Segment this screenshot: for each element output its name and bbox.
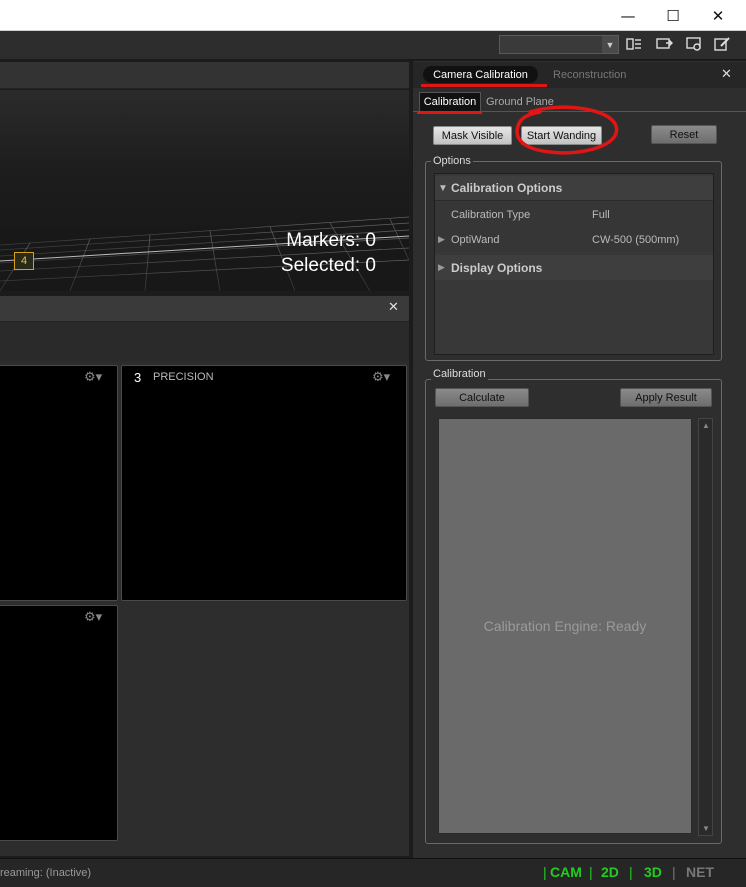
selected-count: Selected: 0 xyxy=(280,255,376,276)
close-icon[interactable]: ✕ xyxy=(388,300,399,315)
minimize-button[interactable]: — xyxy=(605,0,651,31)
status-separator: | xyxy=(589,864,593,880)
optiwand-row[interactable]: ▶ OptiWand CW-500 (500mm) xyxy=(435,227,713,252)
mask-visible-button[interactable]: Mask Visible xyxy=(433,126,512,145)
scroll-up-icon[interactable]: ▲ xyxy=(702,421,710,430)
options-legend: Options xyxy=(431,155,473,167)
calibration-type-row[interactable]: Calibration Type Full xyxy=(435,202,713,227)
annotation-underline xyxy=(421,84,547,87)
camera-number: 3 xyxy=(134,370,142,385)
chevron-down-icon[interactable]: ▼ xyxy=(602,36,618,53)
camera-mode-label: PRECISION xyxy=(153,371,214,383)
layout-icon[interactable] xyxy=(624,35,644,53)
minimize-icon: — xyxy=(620,6,636,25)
reset-button[interactable]: Reset xyxy=(651,125,717,144)
results-scrollbar[interactable]: ▲ ▼ xyxy=(698,418,713,836)
cam-status[interactable]: CAM xyxy=(550,864,582,880)
cameras-pane-toolbar xyxy=(0,322,409,362)
display-options-header[interactable]: ▶ Display Options xyxy=(435,255,713,280)
options-property-grid: ▼ Calibration Options Calibration Type F… xyxy=(434,173,714,355)
close-icon[interactable]: ✕ xyxy=(721,67,732,82)
status-separator: | xyxy=(629,864,633,880)
viewport-header xyxy=(0,62,409,89)
calibration-engine-status: Calibration Engine: Ready xyxy=(483,618,647,634)
calculate-button[interactable]: Calculate xyxy=(435,388,529,407)
streaming-status: reaming: (Inactive) xyxy=(0,867,92,879)
cameras-pane-header xyxy=(0,296,409,322)
apply-result-button[interactable]: Apply Result xyxy=(620,388,712,407)
scroll-down-icon[interactable]: ▼ xyxy=(702,824,710,833)
layout-dropdown[interactable]: ▼ xyxy=(499,35,619,54)
maximize-icon: ☐ xyxy=(666,6,680,25)
caret-right-icon: ▶ xyxy=(438,262,445,272)
calibration-legend: Calibration xyxy=(431,368,488,380)
markers-count: Markers: 0 xyxy=(286,230,376,251)
tab-reconstruction[interactable]: Reconstruction xyxy=(553,66,626,83)
caret-down-icon: ▼ xyxy=(438,182,448,194)
maximize-button[interactable]: ☐ xyxy=(650,0,696,31)
status-separator: | xyxy=(672,864,676,880)
camera-settings-icon[interactable] xyxy=(684,35,704,53)
tab-camera-calibration[interactable]: Camera Calibration xyxy=(423,66,538,83)
calibration-results-area: Calibration Engine: Ready xyxy=(438,418,692,834)
edit-icon[interactable] xyxy=(712,35,732,53)
status-separator: | xyxy=(543,864,547,880)
net-status[interactable]: NET xyxy=(686,864,714,880)
gear-icon[interactable]: ⚙▾ xyxy=(84,370,102,385)
3d-status[interactable]: 3D xyxy=(644,864,662,880)
camera-view-icon[interactable] xyxy=(654,35,674,53)
camera-view-3[interactable]: 3 PRECISION ⚙▾ xyxy=(121,365,407,601)
status-bar xyxy=(0,858,746,887)
close-window-button[interactable]: ✕ xyxy=(695,0,741,31)
2d-status[interactable]: 2D xyxy=(601,864,619,880)
gear-icon[interactable]: ⚙▾ xyxy=(372,370,390,385)
gear-icon[interactable]: ⚙▾ xyxy=(84,610,102,625)
close-icon: ✕ xyxy=(711,6,725,25)
caret-right-icon: ▶ xyxy=(438,234,445,244)
camera-view[interactable]: ⚙▾ xyxy=(0,365,118,601)
annotation-circle xyxy=(515,105,619,155)
subtab-calibration[interactable]: Calibration xyxy=(419,92,481,111)
camera-view[interactable]: ⚙▾ xyxy=(0,605,118,841)
camera-icon[interactable]: 4 xyxy=(14,252,34,270)
calibration-options-header[interactable]: ▼ Calibration Options xyxy=(435,176,713,201)
